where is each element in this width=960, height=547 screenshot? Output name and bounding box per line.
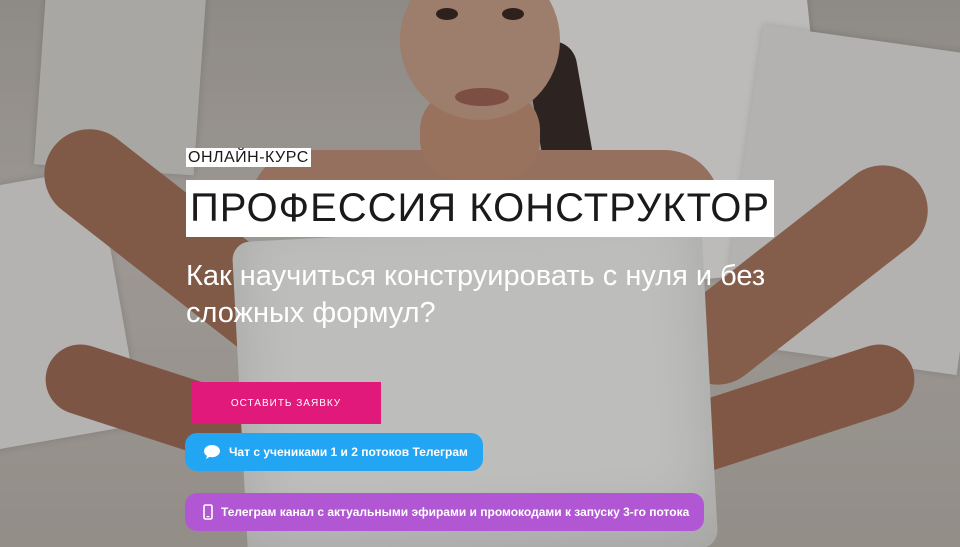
page-title: ПРОФЕССИЯ КОНСТРУКТОР [186,180,775,237]
hero-subtitle: Как научиться конструировать с нуля и бе… [186,260,766,329]
phone-icon [203,504,213,520]
apply-button[interactable]: ОСТАВИТЬ ЗАЯВКУ [191,382,381,424]
students-chat-link[interactable]: Чат с учениками 1 и 2 потоков Телеграм [185,433,483,471]
students-chat-label: Чат с учениками 1 и 2 потоков Телеграм [229,445,468,459]
chat-bubble-icon [203,444,221,460]
telegram-channel-label: Телеграм канал с актуальными эфирами и п… [221,505,690,519]
telegram-channel-link[interactable]: Телеграм канал с актуальными эфирами и п… [185,493,704,531]
course-type-label: ОНЛАЙН-КУРС [186,148,311,167]
hero-section: ОНЛАЙН-КУРС ПРОФЕССИЯ КОНСТРУКТОР Как на… [0,0,960,547]
